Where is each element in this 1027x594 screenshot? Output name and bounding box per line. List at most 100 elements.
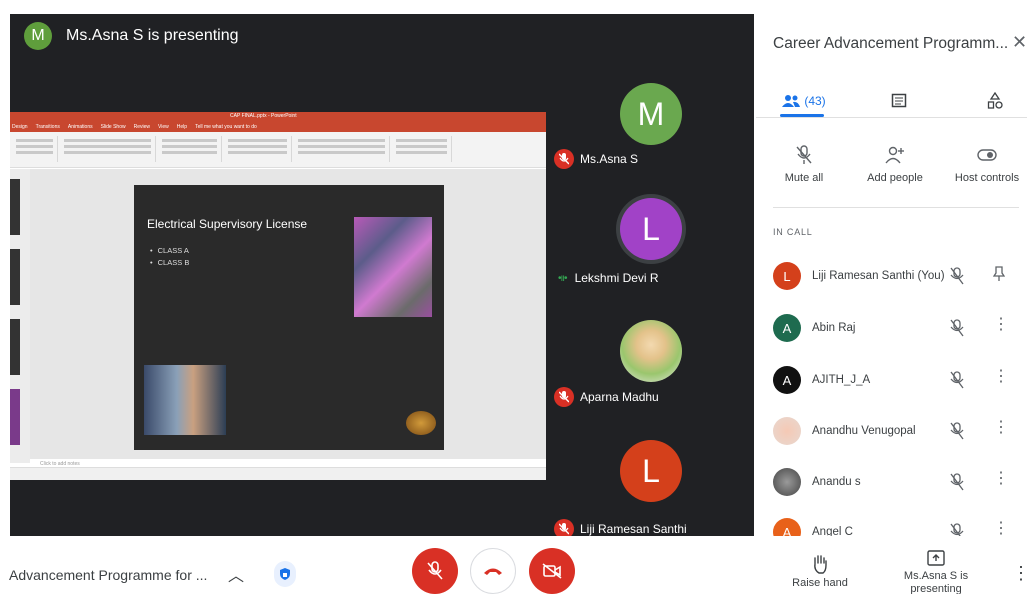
panel-title: Career Advancement Programm... <box>773 35 1009 52</box>
present-button[interactable]: Ms.Asna S is presenting <box>894 546 978 594</box>
participant-row[interactable]: A AJITH_J_A ⋮ <box>773 366 1027 396</box>
participant-tile[interactable]: M Ms.Asna S <box>546 58 754 176</box>
participant-tile[interactable]: L •ıı• Lekshmi Devi R <box>546 176 754 290</box>
people-icon <box>782 95 801 107</box>
ribbon-group <box>224 136 292 162</box>
participant-name: Anandhu Venugopal <box>812 425 916 437</box>
tile-label: •ıı• Lekshmi Devi R <box>554 271 659 285</box>
ppt-tab: Design <box>12 124 28 130</box>
electrician-image <box>144 365 226 435</box>
slide-thumbnails <box>10 169 30 463</box>
ribbon-group <box>392 136 452 162</box>
people-count: (43) <box>804 94 826 108</box>
close-icon[interactable]: ✕ <box>1012 32 1027 53</box>
participant-avatar: M <box>620 83 682 145</box>
participant-row[interactable]: Anandu s ⋮ <box>773 468 1027 498</box>
slide-thumb <box>10 179 20 235</box>
participant-row[interactable]: Anandhu Venugopal ⋮ <box>773 417 1027 447</box>
meeting-title[interactable]: Advancement Programme for ... <box>9 567 207 583</box>
people-panel: Career Advancement Programm... ✕ (43) Mu… <box>756 14 1027 536</box>
tile-name: Ms.Asna S <box>580 152 639 166</box>
mic-off-icon <box>427 561 443 580</box>
tab-chat[interactable] <box>886 84 912 118</box>
tab-activities[interactable] <box>981 84 1009 118</box>
tile-name: Aparna Madhu <box>580 390 659 404</box>
slide-bullet: CLASS B <box>150 257 190 269</box>
more-options-icon[interactable]: ⋮ <box>993 471 1009 487</box>
slide-thumb <box>10 319 20 375</box>
host-controls-button[interactable]: Host controls <box>947 138 1027 184</box>
stage: M Ms.Asna S is presenting CAP FINAL.pptx… <box>10 14 754 536</box>
ppt-editor: Electrical Supervisory License CLASS A C… <box>10 169 546 469</box>
mic-off-icon <box>950 422 964 445</box>
participant-avatar: A <box>773 314 801 342</box>
camera-toggle-button[interactable] <box>529 548 575 594</box>
participant-row[interactable]: A Angel C ⋮ <box>773 518 1027 536</box>
meet-window: M Ms.Asna S is presenting CAP FINAL.pptx… <box>0 0 1027 594</box>
more-options-icon[interactable]: ⋮ <box>1012 563 1027 584</box>
participant-row[interactable]: L Liji Ramesan Santhi (You) <box>773 262 1027 292</box>
chevron-up-icon[interactable]: ︿ <box>228 562 244 586</box>
participant-tile[interactable]: L Liji Ramesan Santhi <box>546 428 754 536</box>
speaking-indicator-icon: •ıı• <box>558 272 568 284</box>
more-options-icon[interactable]: ⋮ <box>993 420 1009 436</box>
add-people-button[interactable]: Add people <box>855 138 935 184</box>
ribbon-group <box>60 136 156 162</box>
mic-off-icon <box>554 387 574 407</box>
more-options-icon[interactable]: ⋮ <box>993 369 1009 385</box>
presenter-label: Ms.Asna S is presenting <box>66 27 239 44</box>
divider <box>773 207 1019 208</box>
hang-up-icon <box>484 568 502 575</box>
mic-toggle-button[interactable] <box>412 548 458 594</box>
shared-screen[interactable]: CAP FINAL.pptx - PowerPoint Design Trans… <box>10 112 546 480</box>
ppt-tab: Help <box>176 124 188 130</box>
more-options-icon[interactable]: ⋮ <box>993 317 1009 333</box>
pin-icon[interactable] <box>992 266 1006 286</box>
activities-icon <box>987 92 1003 109</box>
more-options-icon[interactable]: ⋮ <box>993 521 1009 537</box>
presenter-bar: M Ms.Asna S is presenting <box>10 14 239 58</box>
add-person-icon <box>855 138 935 172</box>
tile-name: Liji Ramesan Santhi <box>580 522 687 536</box>
ppt-ribbon-tabs: Design Transitions Animations Slide Show… <box>10 122 546 132</box>
slide-title: Electrical Supervisory License <box>147 217 308 231</box>
ppt-tab: Review <box>133 124 151 130</box>
ribbon-group <box>12 136 58 162</box>
mic-off-icon <box>950 473 964 496</box>
ppt-title-bar: CAP FINAL.pptx - PowerPoint <box>10 112 546 122</box>
slide-bullet: CLASS A <box>150 245 189 257</box>
tab-people[interactable]: (43) <box>780 84 828 118</box>
mic-off-icon <box>554 519 574 536</box>
ppt-window-title: CAP FINAL.pptx - PowerPoint <box>230 113 297 119</box>
ppt-ribbon <box>10 132 546 168</box>
mute-all-label: Mute all <box>784 172 824 184</box>
participant-name: Abin Raj <box>812 322 856 334</box>
ppt-status-bar <box>10 467 546 480</box>
slide-thumb <box>10 389 20 445</box>
mic-off-icon <box>764 138 844 172</box>
participant-tile[interactable]: Aparna Madhu <box>546 310 754 420</box>
add-people-label: Add people <box>867 172 923 184</box>
tile-label: Liji Ramesan Santhi <box>554 519 687 536</box>
slide-bullets: CLASS A CLASS B <box>150 245 190 269</box>
participant-avatar: L <box>773 262 801 290</box>
security-shield-icon[interactable] <box>274 561 296 587</box>
bottom-bar: Advancement Programme for ... ︿ Raise ha… <box>0 545 1027 594</box>
participant-photo-avatar <box>773 417 801 445</box>
mic-off-icon <box>950 523 964 536</box>
ppt-tab: Tell me what you want to do <box>195 124 257 130</box>
ribbon-group <box>158 136 222 162</box>
ribbon-group <box>294 136 390 162</box>
ppt-tab: Transitions <box>35 124 60 130</box>
participant-row[interactable]: A Abin Raj ⋮ <box>773 314 1027 344</box>
leave-call-button[interactable] <box>470 548 516 594</box>
participant-photo-avatar <box>620 320 682 382</box>
participant-avatar: L <box>620 440 682 502</box>
hand-icon <box>785 551 855 577</box>
toggle-icon <box>947 138 1027 172</box>
mute-all-button[interactable]: Mute all <box>764 138 844 184</box>
ppt-tab: Animations <box>67 124 93 130</box>
ppt-tab: View <box>158 124 169 130</box>
raise-hand-button[interactable]: Raise hand <box>785 551 855 589</box>
mic-off-icon <box>950 371 964 394</box>
